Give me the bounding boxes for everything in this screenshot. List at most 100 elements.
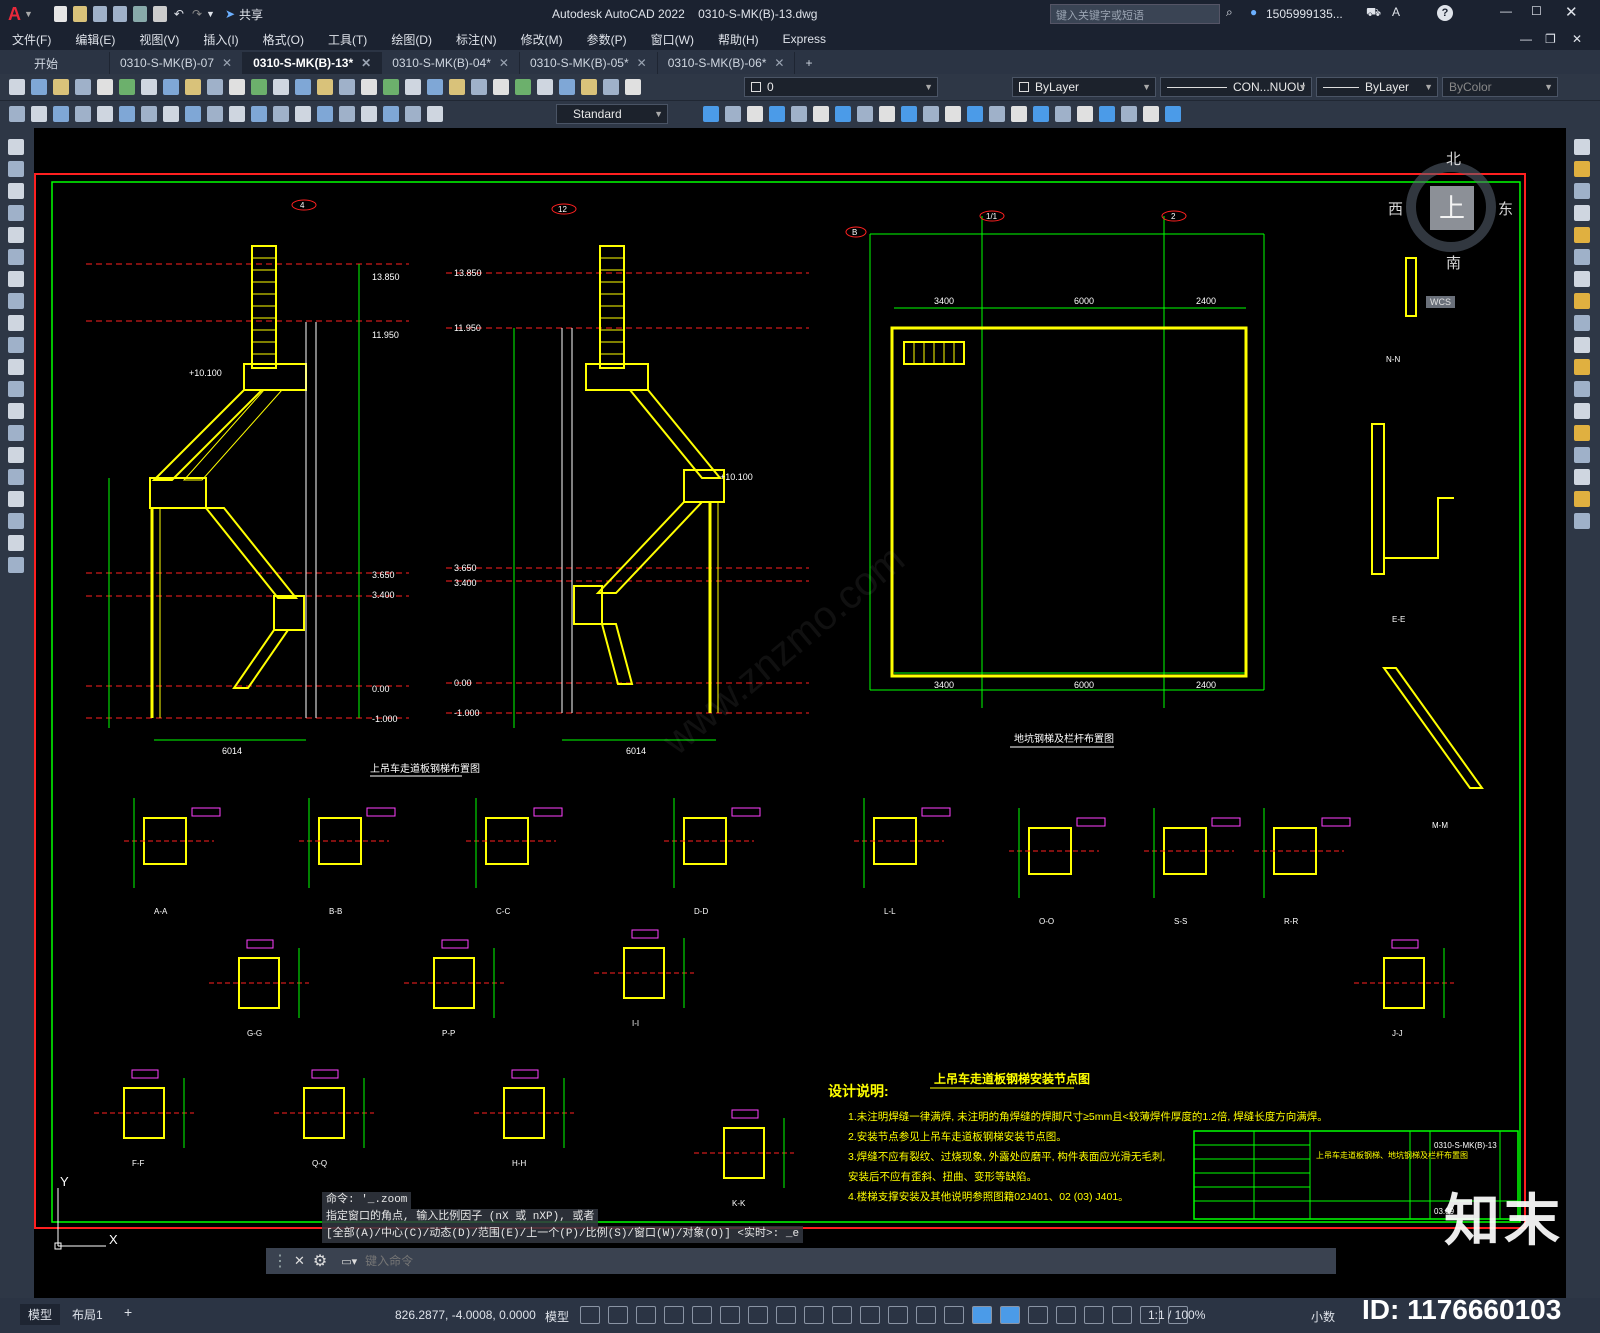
dim-text-edit-icon[interactable]: [383, 106, 399, 122]
annotation-monitor-toggle-icon[interactable]: [1056, 1306, 1076, 1324]
zoom-prev-icon[interactable]: [339, 79, 355, 95]
dim-arc-icon[interactable]: [53, 106, 69, 122]
view-top-icon[interactable]: [703, 106, 719, 122]
view-left-icon[interactable]: [747, 106, 763, 122]
ucs-world-icon[interactable]: [1121, 106, 1137, 122]
menu-item-format[interactable]: 格式(O): [251, 31, 316, 48]
dim-jogged-icon[interactable]: [119, 106, 135, 122]
break-at-point-icon[interactable]: [1574, 381, 1590, 397]
selection-cycling-toggle-icon[interactable]: [888, 1306, 908, 1324]
dim-ordinate-icon[interactable]: [75, 106, 91, 122]
ellipse-arc-icon[interactable]: [8, 359, 24, 375]
line-icon[interactable]: [8, 139, 24, 155]
save-icon[interactable]: [53, 79, 69, 95]
camera-icon[interactable]: [923, 106, 939, 122]
construction-line-icon[interactable]: [8, 161, 24, 177]
ortho-toggle-icon[interactable]: [692, 1306, 712, 1324]
wcs-menu[interactable]: WCS: [1426, 296, 1455, 308]
open-file-icon[interactable]: [72, 6, 87, 22]
ellipse-icon[interactable]: [8, 337, 24, 353]
ucs-prev-icon[interactable]: [1143, 106, 1159, 122]
dim-edit-icon[interactable]: [361, 106, 377, 122]
menu-item-window[interactable]: 窗口(W): [639, 31, 706, 48]
menu-item-edit[interactable]: 编辑(E): [63, 31, 127, 48]
transparency-toggle-icon[interactable]: [860, 1306, 880, 1324]
command-close-icon[interactable]: ✕: [294, 1253, 305, 1269]
tab-close-icon[interactable]: ✕: [222, 56, 232, 70]
new-tab-button[interactable]: +: [795, 52, 822, 74]
calculator-icon[interactable]: [471, 79, 487, 95]
help-icon[interactable]: ?: [1437, 5, 1453, 21]
dim-diameter-icon[interactable]: [141, 106, 157, 122]
menu-item-modify[interactable]: 修改(M): [509, 31, 575, 48]
linetype-dropdown[interactable]: CON...NUOU ▼: [1160, 77, 1312, 97]
compass-west[interactable]: 西: [1388, 198, 1403, 219]
annotation-visibility-toggle-icon[interactable]: [972, 1306, 992, 1324]
command-grip-icon[interactable]: ⋮: [272, 1251, 288, 1271]
zoom-realtime-icon[interactable]: [295, 79, 311, 95]
dim-break-icon[interactable]: [273, 106, 289, 122]
quick-access-dropdown-icon[interactable]: ▼: [206, 9, 215, 19]
redo-icon[interactable]: [251, 79, 267, 95]
view-bottom-icon[interactable]: [725, 106, 741, 122]
user-icon[interactable]: ●: [1250, 5, 1257, 19]
share-button[interactable]: 共享: [239, 6, 263, 23]
paste-icon[interactable]: [185, 79, 201, 95]
pan-icon[interactable]: [273, 79, 289, 95]
model-space-button[interactable]: 模型: [545, 1308, 569, 1325]
erase-icon[interactable]: [1574, 139, 1590, 155]
cart-icon[interactable]: ⛟: [1366, 5, 1381, 21]
save-as-icon[interactable]: [112, 6, 127, 22]
new-file-icon[interactable]: [53, 6, 67, 22]
qnew-icon[interactable]: [9, 79, 25, 95]
arc-icon[interactable]: [8, 249, 24, 265]
rectangle-icon[interactable]: [8, 227, 24, 243]
array-icon[interactable]: [1574, 227, 1590, 243]
menu-item-express[interactable]: Express: [771, 32, 838, 46]
layout-tab-model[interactable]: 模型: [20, 1304, 61, 1325]
multiline-text-icon[interactable]: [8, 535, 24, 551]
annotation-scale[interactable]: 1:1 / 100%: [1148, 1308, 1205, 1322]
ucs-icon[interactable]: [1099, 106, 1115, 122]
join-icon[interactable]: [1574, 425, 1590, 441]
app-menu-chevron-icon[interactable]: ▼: [24, 9, 33, 19]
circle-icon[interactable]: [8, 271, 24, 287]
doc-minimize-icon[interactable]: —: [1520, 32, 1532, 46]
web-mobile-icon[interactable]: [132, 6, 147, 22]
doc-restore-icon[interactable]: ❐: [1545, 32, 1556, 46]
view-ne-icon[interactable]: [879, 106, 895, 122]
snap-toggle-icon[interactable]: [608, 1306, 628, 1324]
match-prop-icon[interactable]: [207, 79, 223, 95]
view-nw-icon[interactable]: [901, 106, 917, 122]
layer-freeze-icon[interactable]: [581, 79, 597, 95]
save-icon[interactable]: [92, 6, 107, 22]
dim-update-icon[interactable]: [405, 106, 421, 122]
search-box[interactable]: 键入关键字或短语: [1050, 4, 1220, 24]
inspect-icon[interactable]: [339, 106, 355, 122]
view-se-icon[interactable]: [857, 106, 873, 122]
trim-icon[interactable]: [1574, 337, 1590, 353]
menu-item-dimension[interactable]: 标注(N): [444, 31, 509, 48]
explode-icon[interactable]: [1574, 513, 1590, 529]
dim-aligned-icon[interactable]: [31, 106, 47, 122]
add-selected-icon[interactable]: [8, 557, 24, 573]
text-style-dropdown[interactable]: Standard ▼: [556, 104, 668, 124]
tab-file-13[interactable]: 0310-S-MK(B)-13* ✕: [243, 52, 383, 74]
view-right-icon[interactable]: [769, 106, 785, 122]
menu-item-tools[interactable]: 工具(T): [316, 31, 379, 48]
layer-state-icon[interactable]: [537, 79, 553, 95]
close-icon[interactable]: ✕: [1565, 3, 1578, 21]
properties-icon[interactable]: [361, 79, 377, 95]
help-icon[interactable]: [493, 79, 509, 95]
menu-item-view[interactable]: 视图(V): [127, 31, 191, 48]
infer-toggle-icon[interactable]: [636, 1306, 656, 1324]
compass-south[interactable]: 南: [1446, 252, 1461, 273]
gradient-icon[interactable]: [8, 469, 24, 485]
stretch-icon[interactable]: [1574, 315, 1590, 331]
dim-quick-icon[interactable]: [185, 106, 201, 122]
object-snap-tracking-toggle-icon[interactable]: [776, 1306, 796, 1324]
break-icon[interactable]: [1574, 403, 1590, 419]
layer-color-icon[interactable]: [625, 79, 641, 95]
auto-scale-toggle-icon[interactable]: [1000, 1306, 1020, 1324]
tab-close-icon[interactable]: ✕: [499, 56, 509, 70]
